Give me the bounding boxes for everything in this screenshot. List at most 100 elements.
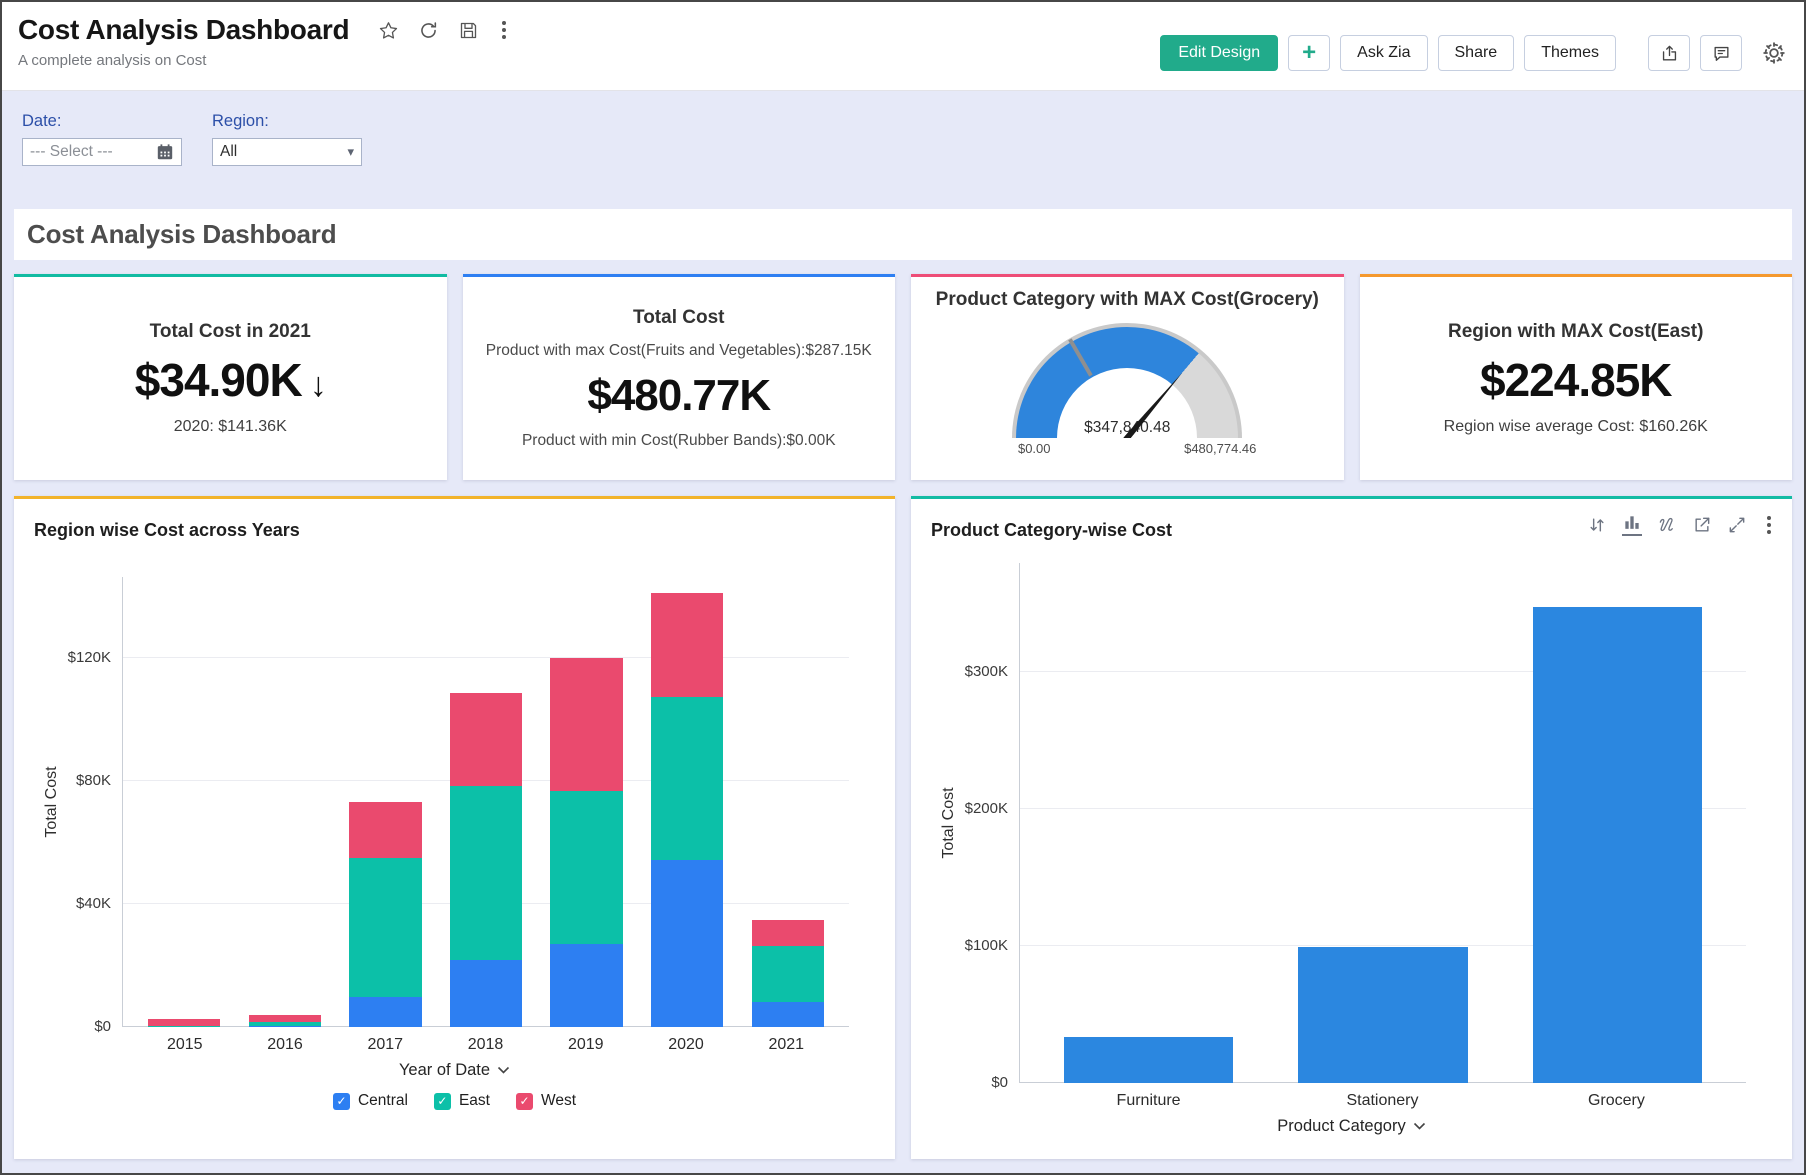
- x-axis-category-label: 2019: [536, 1036, 636, 1054]
- bar-group-2019: [536, 577, 637, 1027]
- bar-segment-east[interactable]: [550, 791, 622, 944]
- ask-zia-button[interactable]: Ask Zia: [1340, 35, 1427, 71]
- kpi-value: $34.90K↓: [28, 356, 433, 404]
- bar-Stationery[interactable]: [1298, 563, 1467, 1083]
- bar-segment-west[interactable]: [450, 693, 522, 787]
- chart-legend: ✓Central✓East✓West: [34, 1092, 875, 1110]
- legend-checkbox-icon[interactable]: ✓: [516, 1093, 533, 1110]
- stacked-bar-chart: Total Cost $0$40K$80K$120K 2015201620172…: [34, 577, 875, 1110]
- kpi-card-row: Total Cost in 2021 $34.90K↓ 2020: $141.3…: [14, 274, 1792, 480]
- kpi-title: Total Cost in 2021: [28, 321, 433, 343]
- bar-segment-east[interactable]: [752, 946, 824, 1002]
- expand-icon[interactable]: [1727, 515, 1747, 535]
- bar-segment-west[interactable]: [550, 658, 622, 791]
- legend-checkbox-icon[interactable]: ✓: [434, 1093, 451, 1110]
- bar-group-2016: [234, 577, 335, 1027]
- x-axis-title[interactable]: Product Category: [931, 1117, 1772, 1136]
- y-tick-label: $100K: [965, 937, 1008, 954]
- bar-segment-east[interactable]: [148, 1026, 220, 1027]
- kpi-card-total-cost-2021[interactable]: Total Cost in 2021 $34.90K↓ 2020: $141.3…: [14, 274, 447, 480]
- share-button[interactable]: Share: [1438, 35, 1515, 71]
- y-tick-label: $0: [94, 1018, 111, 1035]
- legend-item-west[interactable]: ✓West: [516, 1092, 576, 1110]
- bar-segment-stationery[interactable]: [1298, 947, 1467, 1083]
- chart-more-options-icon[interactable]: [1762, 514, 1776, 536]
- bar-segment-central[interactable]: [550, 944, 622, 1027]
- save-icon[interactable]: [457, 19, 479, 41]
- add-button[interactable]: +: [1288, 35, 1330, 71]
- bar-Furniture[interactable]: [1064, 563, 1233, 1083]
- legend-checkbox-icon[interactable]: ✓: [333, 1093, 350, 1110]
- x-axis-category-label: 2016: [235, 1036, 335, 1054]
- bar-segment-east[interactable]: [450, 786, 522, 960]
- bar-group-2021: [738, 577, 839, 1027]
- legend-item-east[interactable]: ✓ East: [434, 1092, 490, 1110]
- bar-segment-central[interactable]: [651, 860, 723, 1027]
- bar-2021[interactable]: [752, 577, 824, 1027]
- calendar-icon[interactable]: [156, 143, 174, 161]
- legend-item-central[interactable]: ✓Central: [333, 1092, 408, 1110]
- bar-2017[interactable]: [349, 577, 421, 1027]
- themes-button[interactable]: Themes: [1524, 35, 1616, 71]
- edit-design-button[interactable]: Edit Design: [1160, 35, 1278, 71]
- bar-2018[interactable]: [450, 577, 522, 1027]
- refresh-icon[interactable]: [417, 19, 439, 41]
- kpi-card-max-region[interactable]: Region with MAX Cost(East) $224.85K Regi…: [1360, 274, 1793, 480]
- bar-Grocery[interactable]: [1533, 563, 1702, 1083]
- sort-icon[interactable]: [1587, 515, 1607, 535]
- x-axis-category-label: 2021: [736, 1036, 836, 1054]
- more-options-icon[interactable]: [497, 19, 511, 41]
- region-filter-value: All: [220, 143, 237, 161]
- legend-label: East: [459, 1092, 490, 1110]
- bar-segment-furniture[interactable]: [1064, 1037, 1233, 1083]
- gauge-max-label: $480,774.46: [1184, 441, 1256, 456]
- export-button[interactable]: [1648, 35, 1690, 71]
- bar-segment-west[interactable]: [349, 802, 421, 858]
- chart-toolbar: [1587, 513, 1776, 536]
- date-filter-label: Date:: [22, 112, 182, 131]
- bar-segment-west[interactable]: [249, 1015, 321, 1022]
- x-axis-category-label: Grocery: [1499, 1092, 1733, 1110]
- plot-area: $0$100K$200K$300K: [1019, 563, 1746, 1083]
- bar-segment-west[interactable]: [148, 1019, 220, 1026]
- bar-2015[interactable]: [148, 577, 220, 1027]
- bar-group-Furniture: [1031, 563, 1266, 1083]
- favorite-star-icon[interactable]: [377, 19, 399, 41]
- bar-segment-central[interactable]: [450, 960, 522, 1027]
- x-axis-category-label: Stationery: [1266, 1092, 1500, 1110]
- x-axis-labels: FurnitureStationeryGrocery: [1019, 1092, 1746, 1110]
- bar-2020[interactable]: [651, 577, 723, 1027]
- date-filter-input[interactable]: --- Select ---: [22, 138, 182, 166]
- kpi-card-max-category-gauge[interactable]: Product Category with MAX Cost(Grocery) …: [911, 274, 1344, 480]
- bar-segment-east[interactable]: [349, 858, 421, 997]
- zia-insights-icon[interactable]: [1657, 515, 1677, 535]
- chevron-down-icon: [497, 1066, 510, 1075]
- x-axis-title[interactable]: Year of Date: [34, 1061, 875, 1080]
- region-filter-select[interactable]: All ▾: [212, 138, 362, 166]
- bar-segment-west[interactable]: [752, 920, 824, 946]
- caret-down-icon: ▾: [347, 144, 354, 160]
- bar-segment-central[interactable]: [349, 997, 421, 1027]
- kpi-card-total-cost[interactable]: Total Cost Product with max Cost(Fruits …: [463, 274, 896, 480]
- bar-group-Grocery: [1500, 563, 1735, 1083]
- date-filter-value: --- Select ---: [30, 143, 113, 161]
- kpi-min-line: Product with min Cost(Rubber Bands):$0.0…: [477, 432, 882, 450]
- bar-segment-west[interactable]: [651, 593, 723, 697]
- y-tick-label: $40K: [76, 895, 111, 912]
- bar-segment-central[interactable]: [752, 1002, 824, 1027]
- bar-group-2015: [134, 577, 235, 1027]
- bar-segment-grocery[interactable]: [1533, 607, 1702, 1083]
- x-axis-category-label: 2020: [636, 1036, 736, 1054]
- settings-gear-icon[interactable]: [1762, 41, 1786, 65]
- kpi-value: $224.85K: [1374, 356, 1779, 404]
- x-axis-category-label: 2017: [335, 1036, 435, 1054]
- bar-segment-central[interactable]: [249, 1026, 321, 1027]
- dashboard-subtitle: A complete analysis on Cost: [18, 52, 511, 69]
- chart-type-icon[interactable]: [1622, 513, 1642, 536]
- bar-2016[interactable]: [249, 577, 321, 1027]
- bar-2019[interactable]: [550, 577, 622, 1027]
- comments-button[interactable]: [1700, 35, 1742, 71]
- plus-icon: +: [1302, 41, 1316, 65]
- bar-segment-east[interactable]: [651, 697, 723, 860]
- open-in-new-icon[interactable]: [1692, 515, 1712, 535]
